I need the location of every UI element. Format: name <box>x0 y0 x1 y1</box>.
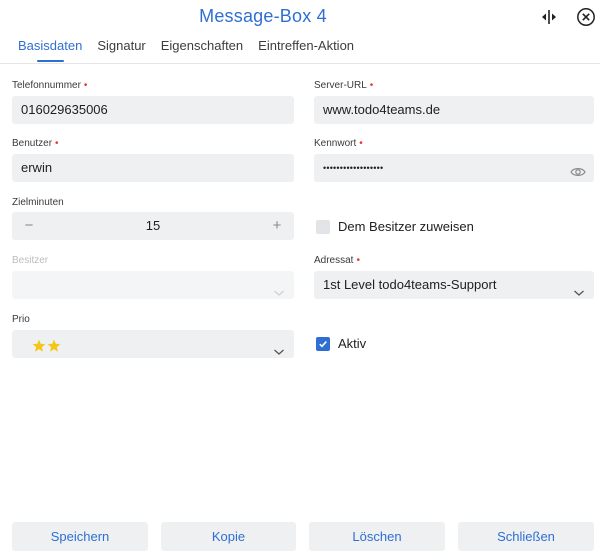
checkbox-box[interactable] <box>316 219 330 234</box>
tab-eigenschaften[interactable]: Eigenschaften <box>161 38 243 64</box>
adressat-select[interactable]: 1st Level todo4teams-Support <box>314 271 594 299</box>
telefonnummer-field[interactable]: 016029635006 <box>12 96 294 124</box>
eye-icon[interactable] <box>570 161 586 189</box>
aktiv-label: Aktiv <box>338 336 367 351</box>
zielminuten-label: Zielminuten <box>12 197 64 208</box>
required-marker: • <box>356 255 360 266</box>
checkbox-box[interactable] <box>316 336 330 351</box>
chevron-down-icon <box>273 280 285 308</box>
telefonnummer-label: Telefonnummer • <box>12 80 88 91</box>
kopie-button[interactable]: Kopie <box>161 522 296 551</box>
adressat-label: Adressat • <box>314 255 360 266</box>
schliessen-button[interactable]: Schließen <box>458 522 594 551</box>
prio-select[interactable] <box>12 330 294 358</box>
tab-basisdaten[interactable]: Basisdaten <box>18 38 82 64</box>
required-marker: • <box>369 80 374 91</box>
server-url-field[interactable]: www.todo4teams.de <box>314 96 594 124</box>
star-icon <box>47 339 61 352</box>
split-view-icon[interactable] <box>538 6 560 28</box>
besitzer-select <box>12 271 294 299</box>
close-icon[interactable] <box>575 6 597 28</box>
checkmark-icon <box>319 340 327 347</box>
tab-eintreffen-aktion[interactable]: Eintreffen-Aktion <box>258 38 354 64</box>
required-marker: • <box>359 138 363 149</box>
dialog-title: Message-Box 4 <box>199 6 327 26</box>
zielminuten-stepper: − 15 + <box>12 212 294 240</box>
prio-label: Prio <box>12 314 30 325</box>
server-url-label: Server-URL • <box>314 80 374 91</box>
aktiv-checkbox[interactable]: Aktiv <box>316 336 366 351</box>
required-marker: • <box>83 80 88 91</box>
dem-besitzer-zuweisen-checkbox[interactable]: Dem Besitzer zuweisen <box>316 219 474 234</box>
benutzer-field[interactable]: erwin <box>12 154 294 182</box>
adressat-value: 1st Level todo4teams-Support <box>323 277 497 292</box>
tab-bar: Basisdaten Signatur Eigenschaften Eintre… <box>8 38 369 64</box>
prio-stars <box>32 339 61 352</box>
kennwort-masked-value: •••••••••••••••••• <box>323 163 384 173</box>
kennwort-field[interactable]: •••••••••••••••••• <box>314 154 594 182</box>
tab-signatur[interactable]: Signatur <box>97 38 145 64</box>
dialog-header: Message-Box 4 Basisdaten Signatur Eigens… <box>0 0 600 64</box>
zielminuten-value[interactable]: 15 <box>12 212 294 240</box>
star-icon <box>32 339 46 352</box>
dem-besitzer-zuweisen-label: Dem Besitzer zuweisen <box>338 219 474 234</box>
besitzer-label: Besitzer <box>12 255 49 266</box>
increment-button[interactable]: + <box>264 212 290 240</box>
chevron-down-icon[interactable] <box>573 280 585 308</box>
speichern-button[interactable]: Speichern <box>12 522 148 551</box>
loeschen-button[interactable]: Löschen <box>309 522 445 551</box>
benutzer-label: Benutzer • <box>12 138 59 149</box>
kennwort-label: Kennwort • <box>314 138 363 149</box>
required-marker: • <box>55 138 59 149</box>
chevron-down-icon[interactable] <box>273 339 285 367</box>
